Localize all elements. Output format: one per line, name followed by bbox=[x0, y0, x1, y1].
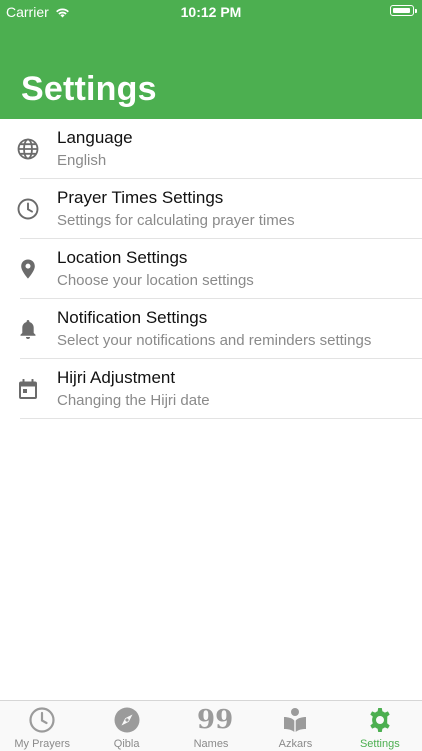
location-pin-icon bbox=[16, 257, 40, 281]
ninety-nine-names-icon: 99 bbox=[197, 705, 234, 735]
settings-item-title: Location Settings bbox=[57, 248, 188, 267]
status-bar: Carrier 10:12 PM bbox=[0, 0, 422, 22]
status-time: 10:12 PM bbox=[180, 4, 242, 20]
divider bbox=[20, 418, 422, 419]
tab-label: Settings bbox=[359, 738, 400, 750]
compass-icon bbox=[113, 706, 141, 734]
tab-settings[interactable]: Settings bbox=[338, 701, 422, 751]
settings-item-subtitle: Changing the Hijri date bbox=[57, 392, 210, 409]
clock-icon bbox=[28, 706, 56, 734]
settings-item-title: Hijri Adjustment bbox=[57, 368, 176, 387]
bell-icon bbox=[16, 317, 40, 341]
tab-label: Azkars bbox=[278, 738, 313, 750]
settings-item-hijri[interactable]: Hijri Adjustment Changing the Hijri date bbox=[0, 359, 422, 419]
tab-bar: My Prayers Qibla 99 Names Azkars Setting… bbox=[0, 700, 422, 751]
book-reader-icon bbox=[281, 706, 309, 734]
clock-icon bbox=[16, 197, 40, 221]
tab-azkars[interactable]: Azkars bbox=[253, 701, 337, 751]
tab-label: Qibla bbox=[113, 738, 140, 750]
tab-qibla[interactable]: Qibla bbox=[84, 701, 168, 751]
settings-item-subtitle: Select your notifications and reminders … bbox=[57, 332, 372, 349]
settings-item-subtitle: Settings for calculating prayer times bbox=[57, 212, 295, 229]
settings-item-language[interactable]: Language English bbox=[0, 119, 422, 179]
tab-my-prayers[interactable]: My Prayers bbox=[0, 701, 84, 751]
calendar-icon bbox=[16, 377, 40, 401]
settings-item-subtitle: Choose your location settings bbox=[57, 272, 254, 289]
page-title: Settings bbox=[21, 70, 157, 108]
settings-item-title: Notification Settings bbox=[57, 308, 208, 327]
settings-item-location[interactable]: Location Settings Choose your location s… bbox=[0, 239, 422, 299]
settings-item-title: Prayer Times Settings bbox=[57, 188, 224, 207]
app-header: Carrier 10:12 PM Settings bbox=[0, 0, 422, 119]
settings-item-prayer-times[interactable]: Prayer Times Settings Settings for calcu… bbox=[0, 179, 422, 239]
settings-item-notifications[interactable]: Notification Settings Select your notifi… bbox=[0, 299, 422, 359]
battery-icon bbox=[390, 5, 417, 16]
settings-item-subtitle: English bbox=[57, 152, 107, 169]
gear-icon bbox=[366, 706, 394, 734]
settings-list: Language English Prayer Times Settings S… bbox=[0, 119, 422, 419]
globe-icon bbox=[16, 137, 40, 161]
tab-names[interactable]: 99 Names bbox=[169, 701, 253, 751]
settings-item-title: Language bbox=[57, 128, 133, 147]
tab-label: Names bbox=[193, 738, 229, 750]
tab-label: My Prayers bbox=[14, 738, 71, 750]
